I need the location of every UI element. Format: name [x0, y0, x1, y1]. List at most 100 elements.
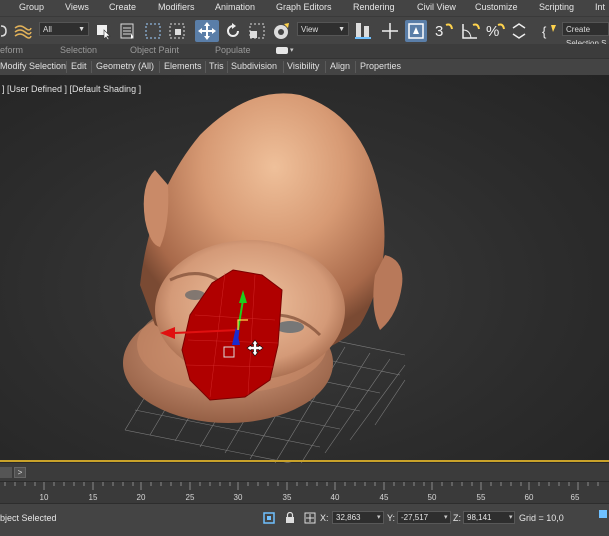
z-coordinate-value: 98,141 — [467, 513, 492, 522]
reference-coordinate-value: View — [301, 25, 319, 34]
selection-filter-dropdown[interactable]: All ▼ — [39, 22, 89, 36]
menu-more[interactable]: Int — [595, 2, 605, 12]
divider — [91, 61, 92, 73]
ribbon-toggle-icon[interactable] — [276, 47, 288, 54]
subdivision-button[interactable]: Subdivision — [231, 61, 277, 71]
select-manipulate-icon[interactable] — [380, 20, 400, 42]
select-and-move-icon[interactable] — [195, 20, 219, 42]
ribbon-tabs: eform Selection Object Paint Populate ▾ — [0, 44, 609, 58]
track-bar[interactable]: 10 15 20 25 30 35 40 45 50 55 60 65 — [0, 481, 609, 504]
geometry-all-button[interactable]: Geometry (All) — [96, 61, 154, 71]
x-spinner-icon[interactable]: ▾ — [377, 513, 381, 521]
properties-button[interactable]: Properties — [360, 61, 401, 71]
select-and-rotate-icon[interactable] — [223, 20, 243, 42]
menu-animation[interactable]: Animation — [215, 2, 255, 12]
tick-label: 55 — [476, 493, 486, 502]
tick-label: 15 — [88, 493, 98, 502]
select-object-icon[interactable] — [94, 20, 114, 42]
svg-text:3: 3 — [435, 23, 443, 40]
menu-civil-view[interactable]: Civil View — [417, 2, 456, 12]
y-coordinate-field[interactable]: -27,517 — [397, 511, 451, 524]
isolate-selection-icon[interactable] — [262, 511, 275, 524]
chevron-down-icon: ▼ — [338, 26, 345, 33]
tris-button[interactable]: Tris — [209, 61, 224, 71]
menu-modifiers[interactable]: Modifiers — [158, 2, 195, 12]
tick-label: 25 — [185, 493, 195, 502]
keyboard-shortcut-override-icon[interactable] — [405, 20, 427, 42]
visibility-button[interactable]: Visibility — [287, 61, 319, 71]
edit-named-selection-icon[interactable]: { — [540, 20, 560, 42]
link-icon[interactable] — [0, 20, 8, 42]
z-spinner-icon[interactable]: ▾ — [509, 513, 513, 521]
edit-button[interactable]: Edit — [71, 61, 87, 71]
tab-populate[interactable]: Populate — [215, 45, 251, 55]
add-time-tag-icon[interactable] — [596, 507, 609, 520]
time-slider-bar: > — [0, 463, 609, 481]
menu-group[interactable]: Group — [19, 2, 44, 12]
x-coordinate-label: X: — [320, 513, 329, 523]
divider — [325, 61, 326, 73]
chevron-down-icon[interactable]: ▾ — [290, 46, 294, 54]
y-coordinate-label: Y: — [387, 513, 396, 523]
grid-spacing-text: Grid = 10,0 — [519, 513, 564, 523]
snaps-toggle-icon[interactable]: 3 — [432, 20, 456, 42]
graphite-subtoolbar: Modify Selection Edit Geometry (All) Ele… — [0, 58, 609, 76]
align-button[interactable]: Align — [330, 61, 350, 71]
modify-selection-button[interactable]: Modify Selection — [0, 61, 66, 71]
y-spinner-icon[interactable]: ▾ — [444, 513, 448, 521]
svg-text:%: % — [486, 23, 499, 40]
tick-label: 50 — [427, 493, 437, 502]
svg-text:{: { — [542, 24, 547, 39]
window-crossing-icon[interactable] — [167, 20, 187, 42]
divider — [283, 61, 284, 73]
select-by-name-icon[interactable] — [118, 20, 138, 42]
tab-freeform[interactable]: eform — [0, 45, 23, 55]
menu-create[interactable]: Create — [109, 2, 136, 12]
select-and-place-icon[interactable] — [271, 20, 293, 42]
spinner-snap-icon[interactable] — [508, 20, 530, 42]
selection-filter-value: All — [43, 25, 52, 34]
divider — [159, 61, 160, 73]
menu-graph-editors[interactable]: Graph Editors — [276, 2, 332, 12]
selection-lock-icon[interactable] — [283, 511, 296, 524]
divider — [227, 61, 228, 73]
tick-label: 20 — [136, 493, 146, 502]
select-and-scale-icon[interactable] — [247, 20, 267, 42]
tab-object-paint[interactable]: Object Paint — [130, 45, 179, 55]
z-coordinate-label: Z: — [453, 513, 461, 523]
bind-spacewarp-icon[interactable] — [12, 20, 34, 42]
status-bar: bject Selected X: 32,863 ▾ Y: -27,517 ▾ … — [0, 503, 609, 536]
z-coordinate-field[interactable]: 98,141 — [463, 511, 515, 524]
main-toolbar: All ▼ View ▼ 3 % {Create — [0, 16, 609, 48]
menu-scripting[interactable]: Scripting — [539, 2, 574, 12]
reference-coordinate-dropdown[interactable]: View ▼ — [297, 22, 349, 36]
tick-label: 30 — [233, 493, 243, 502]
menu-views[interactable]: Views — [65, 2, 89, 12]
percent-snap-icon[interactable]: % — [484, 20, 506, 42]
use-pivot-center-icon[interactable] — [352, 20, 374, 42]
y-coordinate-value: -27,517 — [401, 513, 429, 522]
next-frame-arrow[interactable]: > — [14, 467, 26, 478]
tab-selection[interactable]: Selection — [60, 45, 97, 55]
right-eye — [276, 321, 304, 333]
next-frame-arrow-label: > — [17, 468, 23, 477]
divider — [66, 61, 67, 73]
menu-rendering[interactable]: Rendering — [353, 2, 395, 12]
tick-label: 60 — [524, 493, 534, 502]
tick-label: 35 — [282, 493, 292, 502]
elements-button[interactable]: Elements — [164, 61, 202, 71]
menu-bar: Group Views Create Modifiers Animation G… — [0, 0, 609, 16]
absolute-mode-icon[interactable] — [303, 511, 316, 524]
time-slider-handle[interactable] — [0, 467, 12, 478]
viewport-active-border — [0, 460, 609, 462]
angle-snap-icon[interactable] — [459, 20, 481, 42]
menu-customize[interactable]: Customize — [475, 2, 518, 12]
tick-label: 10 — [39, 493, 49, 502]
create-selection-set-field[interactable]: Create Selection S — [562, 22, 609, 48]
tick-label: 65 — [570, 493, 580, 502]
perspective-viewport[interactable]: ] [User Defined ] [Default Shading ] — [0, 75, 609, 463]
selection-status-text: bject Selected — [0, 513, 57, 523]
tick-label: 40 — [330, 493, 340, 502]
rectangular-selection-icon[interactable] — [143, 20, 163, 42]
x-coordinate-value: 32,863 — [336, 513, 361, 522]
